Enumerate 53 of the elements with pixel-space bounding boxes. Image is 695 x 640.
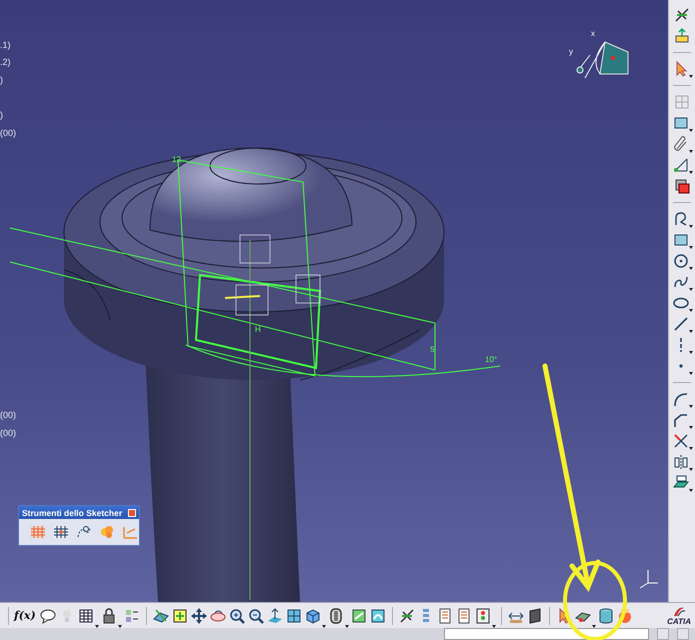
tree-item-text[interactable]: ): [0, 110, 3, 120]
axis-triad-icon: [640, 570, 658, 588]
analysis-icon[interactable]: [474, 606, 492, 624]
palette-title: Strumenti dello Sketcher: [22, 508, 122, 518]
tree-item-text[interactable]: .1): [0, 40, 11, 50]
logo-text: CATIA: [667, 616, 691, 626]
close-icon[interactable]: [128, 508, 136, 516]
chamfer-icon[interactable]: [672, 411, 690, 429]
wireframe-marker-icon: [236, 284, 268, 316]
tree-item-text[interactable]: (00): [0, 410, 16, 420]
grid-icon[interactable]: [52, 523, 70, 541]
cylinder-icon[interactable]: [596, 606, 615, 624]
mirror-icon[interactable]: [672, 453, 690, 471]
dimension-label: 5: [430, 345, 434, 354]
line-icon[interactable]: [672, 315, 690, 333]
dimension-label: 10°: [485, 355, 498, 364]
circle-icon[interactable]: [672, 252, 690, 270]
logo-icon: [672, 606, 686, 616]
constraint-icon[interactable]: [398, 606, 416, 624]
dimension-label: H: [255, 325, 261, 334]
wireframe-marker-icon: [296, 274, 320, 304]
exit-icon[interactable]: [673, 27, 691, 45]
dimension-label: 12: [172, 155, 181, 164]
tree-item-text[interactable]: (00): [0, 428, 16, 438]
axis-label: x: [591, 29, 595, 38]
palette-title-bar[interactable]: Strumenti dello Sketcher: [19, 506, 139, 519]
pan-icon[interactable]: [190, 606, 208, 624]
zoom-out-icon[interactable]: [246, 606, 265, 624]
tree-item-text[interactable]: (00): [0, 128, 16, 138]
axis-label: y: [569, 47, 573, 56]
table-icon[interactable]: [76, 606, 95, 624]
hide-icon[interactable]: [350, 606, 368, 624]
formula-button[interactable]: f(x): [14, 609, 36, 622]
tree-item-text[interactable]: .2): [0, 57, 11, 67]
zoom-in-icon[interactable]: [228, 606, 246, 624]
normal-view-icon[interactable]: [266, 606, 284, 624]
speech-bubble-icon[interactable]: [38, 606, 57, 624]
dimension-line: [434, 322, 436, 370]
swap-view-icon[interactable]: [368, 606, 387, 624]
corner-icon[interactable]: [672, 390, 690, 408]
constraint-icon[interactable]: [673, 6, 691, 24]
fit-all-icon[interactable]: [170, 606, 189, 624]
wireframe-marker-icon: [240, 234, 270, 264]
plane-icon[interactable]: [152, 606, 170, 624]
cut-icon[interactable]: [673, 177, 691, 195]
trim-icon[interactable]: [672, 432, 690, 450]
compass-drawing: [576, 41, 628, 78]
paperclip-icon[interactable]: [672, 135, 690, 153]
dimension-icon[interactable]: [672, 156, 690, 174]
cube-icon[interactable]: [304, 606, 322, 624]
command-input-field[interactable]: [444, 628, 649, 640]
multi-view-icon[interactable]: [284, 606, 303, 624]
tree-item-text[interactable]: ): [0, 75, 3, 85]
